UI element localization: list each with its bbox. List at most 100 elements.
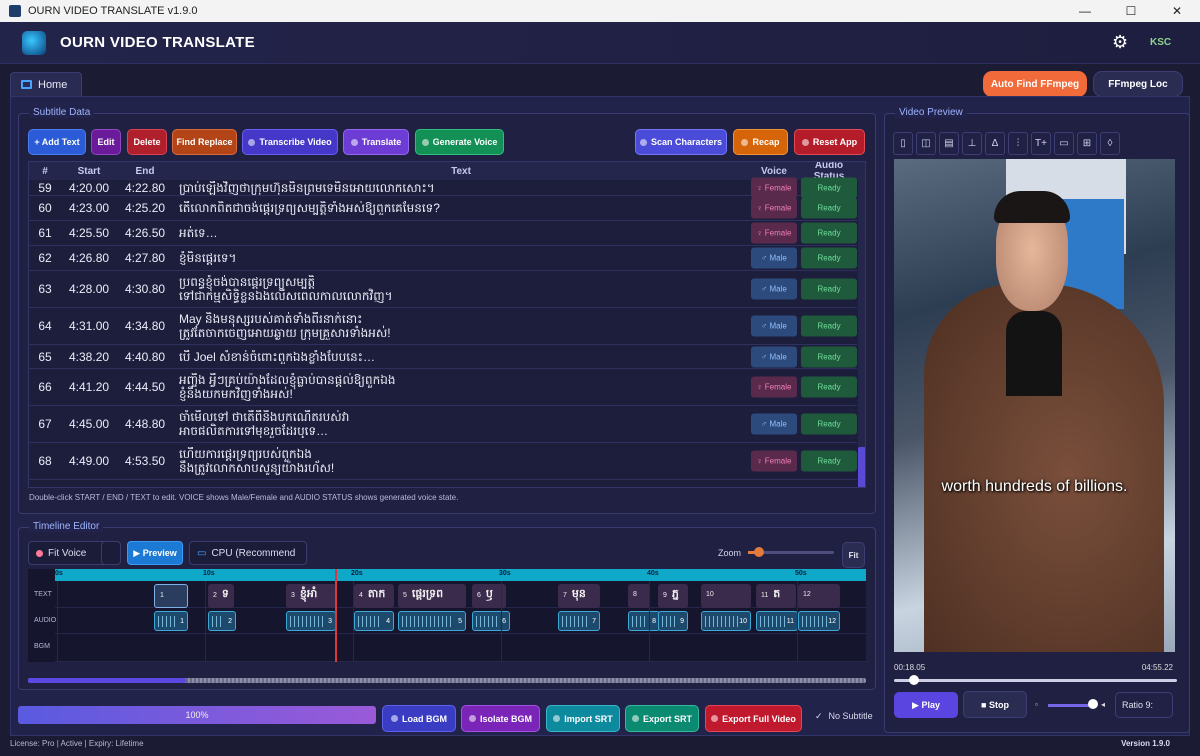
table-row[interactable]: 59 4:20.00 4:22.80 ប្រាប់ឡើងវិញថាក្រុមហ៊ុនម… xyxy=(29,177,857,198)
timeline-area[interactable]: 0s 10s 20s 30s 40s 50s TEXT AUDIO BGM 112ទ23ខ… xyxy=(28,569,866,662)
text-clip[interactable]: 5 ផ្ដេរទ្រព xyxy=(398,584,466,608)
import-srt-button[interactable]: Import SRT xyxy=(546,705,620,732)
voice-badge[interactable]: ♀ Female xyxy=(751,222,797,244)
text-add-icon[interactable]: T+ xyxy=(1031,132,1051,155)
play-button[interactable]: ▶ Play xyxy=(894,692,958,718)
device-select[interactable]: ▭ CPU (Recommend xyxy=(189,541,307,565)
col-start-header[interactable]: Start xyxy=(69,166,109,177)
ffmpeg-loc-button[interactable]: FFmpeg Loc xyxy=(1093,71,1183,97)
row-end[interactable]: 4:53.50 xyxy=(125,454,165,468)
row-end[interactable]: 4:26.50 xyxy=(125,226,165,240)
user-badge[interactable]: KSC xyxy=(1150,37,1171,48)
zoom-slider-handle[interactable] xyxy=(754,547,764,557)
seek-handle[interactable] xyxy=(909,675,919,685)
audio-clip[interactable]: 8 xyxy=(628,611,660,631)
row-start[interactable]: 4:45.00 xyxy=(69,417,109,431)
edit-button[interactable]: Edit xyxy=(91,129,121,155)
recap-button[interactable]: Recap xyxy=(733,129,788,155)
row-end[interactable]: 4:25.20 xyxy=(125,201,165,215)
gear-icon[interactable]: ⚙ xyxy=(1112,32,1128,53)
timeline-ruler[interactable]: 0s 10s 20s 30s 40s 50s xyxy=(55,569,866,581)
col-end-header[interactable]: End xyxy=(125,166,165,177)
audio-clip[interactable]: 2 xyxy=(208,611,236,631)
crop-icon[interactable]: ◫ xyxy=(916,132,936,155)
maximize-button[interactable]: ☐ xyxy=(1108,0,1154,22)
tab-home[interactable]: Home xyxy=(10,72,82,96)
row-start[interactable]: 4:38.20 xyxy=(69,350,109,364)
text-clip[interactable]: 10 xyxy=(701,584,751,608)
grid-icon[interactable]: ⊞ xyxy=(1077,132,1097,155)
row-end[interactable]: 4:34.80 xyxy=(125,319,165,333)
fit-button[interactable]: Fit xyxy=(842,542,865,568)
screen-icon[interactable]: ▭ xyxy=(1054,132,1074,155)
table-row[interactable]: 62 4:26.80 4:27.80 ខ្ញុំមិនផ្ដេរទេ។ ♂ Male Re… xyxy=(29,246,857,271)
col-num-header[interactable]: # xyxy=(29,166,61,177)
no-subtitle-checkbox[interactable]: ✓ No Subtitle xyxy=(815,711,873,722)
voice-badge[interactable]: ♂ Male xyxy=(751,413,797,435)
volume-handle[interactable] xyxy=(1088,699,1098,709)
voice-badge[interactable]: ♀ Female xyxy=(751,450,797,472)
text-clip[interactable]: 2ទ xyxy=(208,584,234,608)
page-icon[interactable]: ▯ xyxy=(893,132,913,155)
transcribe-video-button[interactable]: Transcribe Video xyxy=(242,129,338,155)
row-end[interactable]: 4:22.80 xyxy=(125,181,165,195)
voice-badge[interactable]: ♂ Male xyxy=(751,278,797,300)
add-text-button[interactable]: + Add Text xyxy=(28,129,86,155)
export-full-video-button[interactable]: Export Full Video xyxy=(705,705,802,732)
row-end[interactable]: 4:48.80 xyxy=(125,417,165,431)
row-text[interactable]: May និងមនុស្សរបស់គាត់ទាំងពីរនាក់នោះ ត្រូវ… xyxy=(179,312,743,340)
row-end[interactable]: 4:40.80 xyxy=(125,350,165,364)
col-text-header[interactable]: Text xyxy=(179,166,743,177)
table-row[interactable]: 60 4:23.00 4:25.20 តើលោកពិតជាចង់ផ្ដេរទ្រព្យ… xyxy=(29,196,857,221)
row-text[interactable]: ប្រាប់ឡើងវិញថាក្រុមហ៊ុនមិនព្រមទេមិនអោយលោ… xyxy=(179,181,743,195)
audio-clip[interactable]: 6 xyxy=(472,611,510,631)
audio-clip[interactable]: 12 xyxy=(798,611,840,631)
row-end[interactable]: 4:27.80 xyxy=(125,251,165,265)
audio-clip[interactable]: 3 xyxy=(286,611,336,631)
auto-find-ffmpeg-button[interactable]: Auto Find FFmpeg xyxy=(983,71,1087,97)
row-start[interactable]: 4:25.50 xyxy=(69,226,109,240)
row-text[interactable]: ប្រពន្ធខ្ញុំចង់បានផ្ដេរទ្រព្យសម្បត្តិ ទៅជ… xyxy=(179,275,743,303)
voice-badge[interactable]: ♀ Female xyxy=(751,197,797,219)
text-clip[interactable]: 9 ភ្ន xyxy=(658,584,688,608)
audio-clip[interactable]: 5 xyxy=(398,611,466,631)
seek-bar[interactable] xyxy=(894,679,1177,682)
ratio-select[interactable]: Ratio 9: xyxy=(1115,692,1173,718)
subtitle-icon[interactable]: ▤ xyxy=(939,132,959,155)
fit-voice-dropdown[interactable] xyxy=(101,541,121,565)
text-clip[interactable]: 4 តាក xyxy=(354,584,394,608)
sliders-icon[interactable]: ⫶ xyxy=(1008,132,1028,155)
translate-button[interactable]: Translate xyxy=(343,129,409,155)
shapes-icon[interactable]: Δ xyxy=(985,132,1005,155)
close-button[interactable]: ✕ xyxy=(1154,0,1200,22)
table-row[interactable]: 67 4:45.00 4:48.80 ចាំមើលទៅ ថាតើពីនឹងបកណើតរ… xyxy=(29,406,857,443)
row-start[interactable]: 4:26.80 xyxy=(69,251,109,265)
row-text[interactable]: ខ្ញុំមិនផ្ដេរទេ។ xyxy=(179,251,743,265)
generate-voice-button[interactable]: Generate Voice xyxy=(415,129,504,155)
row-start[interactable]: 4:23.00 xyxy=(69,201,109,215)
voice-badge[interactable]: ♀ Female xyxy=(751,177,797,198)
find-replace-button[interactable]: Find Replace xyxy=(172,129,237,155)
row-text[interactable]: ចាំមើលទៅ ថាតើពីនឹងបកណើតរបស់វា អាចផលិតការទ… xyxy=(179,410,743,438)
text-clip[interactable]: 1 xyxy=(154,584,188,608)
text-clip[interactable]: 3 ខ្ញុំអាំ xyxy=(286,584,336,608)
row-text[interactable]: តើលោកពិតជាចង់ផ្ដេរទ្រព្យសម្បត្តិទាំងអស់ឱ… xyxy=(179,201,743,215)
table-row[interactable]: 64 4:31.00 4:34.80 May និងមនុស្សរបស់គាត់ទាំ… xyxy=(29,308,857,345)
table-row[interactable]: 65 4:38.20 4:40.80 បើ Joel សំខាន់ចំពោះពួកឯង… xyxy=(29,345,857,369)
table-scroll-thumb[interactable] xyxy=(858,447,865,487)
row-end[interactable]: 4:30.80 xyxy=(125,282,165,296)
audio-clip[interactable]: 9 xyxy=(658,611,688,631)
delete-button[interactable]: Delete xyxy=(127,129,167,155)
row-end[interactable]: 4:44.50 xyxy=(125,380,165,394)
row-text[interactable]: បើ Joel សំខាន់ចំពោះពួកឯងខ្លាំងបែបនេះ… xyxy=(179,350,743,364)
table-row[interactable]: 63 4:28.00 4:30.80 ប្រពន្ធខ្ញុំចង់បានផ្ដេរទ… xyxy=(29,271,857,308)
text-clip[interactable]: 7 មុន xyxy=(558,584,600,608)
timeline-scroll-thumb[interactable] xyxy=(28,678,186,683)
row-start[interactable]: 4:28.00 xyxy=(69,282,109,296)
minimize-button[interactable]: — xyxy=(1062,0,1108,22)
row-start[interactable]: 4:41.20 xyxy=(69,380,109,394)
table-row[interactable]: 61 4:25.50 4:26.50 អត់ទេ… ♀ Female Ready xyxy=(29,221,857,246)
voice-badge[interactable]: ♂ Male xyxy=(751,315,797,337)
drop-icon[interactable]: ◊ xyxy=(1100,132,1120,155)
table-row[interactable]: 66 4:41.20 4:44.50 អញ្ចឹង អ្វីៗគ្រប់យ៉ាងដែល… xyxy=(29,369,857,406)
